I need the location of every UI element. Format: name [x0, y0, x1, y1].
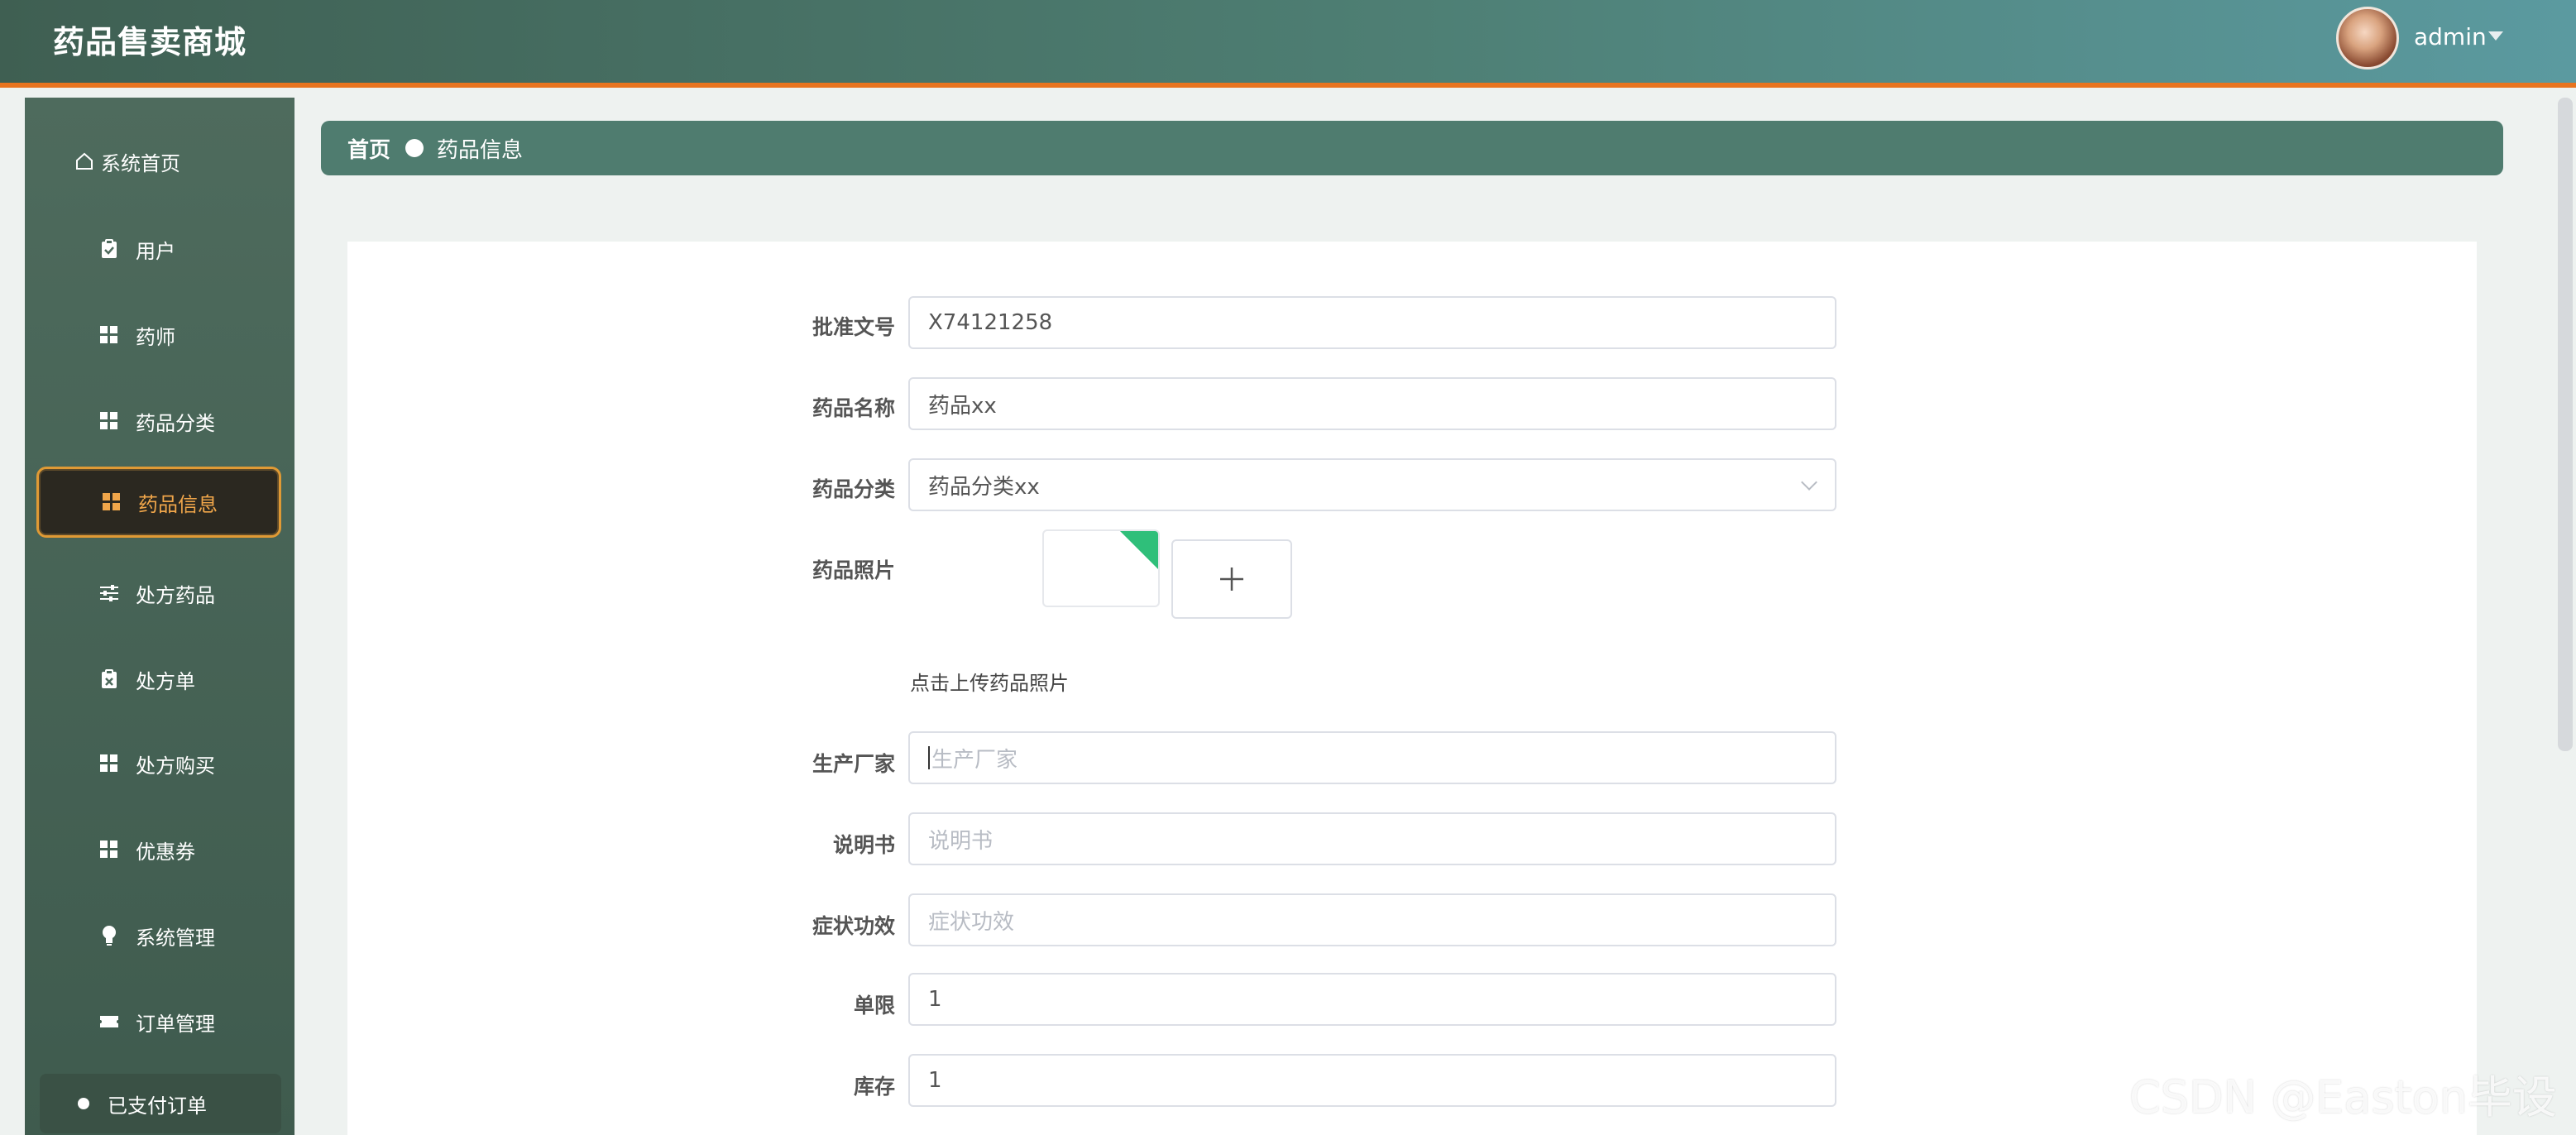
sidebar-item-label: 用户 — [136, 239, 175, 263]
text-cursor — [928, 746, 930, 769]
sidebar-item-label: 优惠券 — [136, 840, 195, 864]
clipboard-x-icon — [99, 669, 119, 689]
sidebar-item-label: 已支付订单 — [108, 1094, 207, 1118]
sidebar-item-label: 药师 — [136, 325, 175, 349]
sidebar-item-prescription-purchase[interactable]: 处方购买 — [36, 728, 281, 799]
chevron-down-icon — [1801, 474, 1817, 491]
breadcrumb-home[interactable]: 首页 — [347, 133, 390, 164]
stock-label: 库存 — [853, 1075, 895, 1099]
bullet-icon — [78, 1098, 89, 1109]
sidebar-item-label: 系统首页 — [101, 151, 180, 175]
sidebar-item-home[interactable]: 系统首页 — [36, 126, 281, 197]
sidebar-item-label: 处方单 — [136, 669, 195, 693]
photo-thumbnail[interactable] — [1042, 529, 1160, 607]
upload-success-corner-icon — [1120, 531, 1158, 569]
home-icon — [74, 151, 94, 171]
sidebar-item-drug-info[interactable]: 药品信息 — [36, 467, 281, 538]
manual-input[interactable]: 说明书 — [908, 812, 1836, 865]
grid-icon — [102, 492, 122, 512]
efficacy-input[interactable]: 症状功效 — [908, 893, 1836, 946]
manufacturer-placeholder: 生产厂家 — [931, 747, 1018, 773]
grid-icon — [99, 840, 119, 860]
approval-no-label: 批准文号 — [812, 315, 895, 339]
avatar[interactable] — [2336, 7, 2399, 69]
sidebar-item-coupons[interactable]: 优惠券 — [36, 814, 281, 885]
grid-icon — [99, 411, 119, 431]
approval-no-input[interactable]: X74121258 — [908, 296, 1836, 349]
upload-photo-button[interactable] — [1171, 539, 1292, 619]
sidebar: 系统首页 用户 药师 药品分类 药品信息 处方药品 处方单 处方购买 优惠券 系… — [25, 98, 294, 1135]
sidebar-item-prescription-drugs[interactable]: 处方药品 — [36, 558, 281, 629]
sidebar-item-label: 药品信息 — [138, 492, 218, 516]
bulb-icon — [99, 926, 119, 946]
drug-name-label: 药品名称 — [812, 396, 895, 420]
limit-input[interactable]: 1 — [908, 973, 1836, 1026]
limit-label: 单限 — [853, 994, 895, 1018]
category-select[interactable]: 药品分类xx — [908, 458, 1836, 511]
manual-label: 说明书 — [832, 833, 895, 857]
upload-hint: 点击上传药品照片 — [910, 672, 1069, 695]
breadcrumb-separator-icon — [405, 139, 424, 157]
user-name[interactable]: admin — [2414, 23, 2487, 50]
breadcrumb: 首页 药品信息 — [321, 121, 2503, 175]
watermark: CSDN @Easton毕设 — [2129, 1071, 2557, 1123]
sidebar-item-label: 处方药品 — [136, 583, 215, 607]
sidebar-item-label: 系统管理 — [136, 926, 215, 950]
category-select-value: 药品分类xx — [928, 474, 1040, 500]
sidebar-item-drug-category[interactable]: 药品分类 — [36, 386, 281, 457]
sidebar-item-label: 药品分类 — [136, 411, 215, 435]
caret-down-icon[interactable] — [2488, 31, 2503, 41]
category-label: 药品分类 — [812, 477, 895, 501]
sidebar-item-prescription[interactable]: 处方单 — [36, 644, 281, 715]
ticket-icon — [99, 1012, 119, 1032]
sidebar-item-pharmacist[interactable]: 药师 — [36, 299, 281, 371]
top-header: 药品售卖商城 admin — [0, 0, 2576, 88]
manufacturer-input[interactable]: 生产厂家 — [908, 731, 1836, 784]
app-title: 药品售卖商城 — [53, 24, 247, 60]
sidebar-item-orders[interactable]: 订单管理 — [36, 986, 281, 1057]
sidebar-item-system[interactable]: 系统管理 — [36, 900, 281, 971]
drug-name-input[interactable]: 药品xx — [908, 377, 1836, 430]
stock-input[interactable]: 1 — [908, 1054, 1836, 1107]
sidebar-item-paid-orders[interactable]: 已支付订单 — [40, 1074, 281, 1133]
grid-icon — [99, 325, 119, 345]
sidebar-item-users[interactable]: 用户 — [36, 213, 281, 285]
scrollbar[interactable] — [2558, 98, 2573, 751]
plus-icon — [1220, 568, 1243, 591]
efficacy-label: 症状功效 — [812, 914, 895, 938]
grid-icon — [99, 754, 119, 773]
clipboard-icon — [99, 239, 119, 259]
photo-label: 药品照片 — [812, 558, 895, 582]
sidebar-item-label: 订单管理 — [136, 1012, 215, 1036]
sliders-icon — [99, 583, 119, 603]
breadcrumb-current: 药品信息 — [437, 137, 524, 163]
sidebar-item-label: 处方购买 — [136, 754, 215, 778]
manufacturer-label: 生产厂家 — [812, 752, 895, 776]
